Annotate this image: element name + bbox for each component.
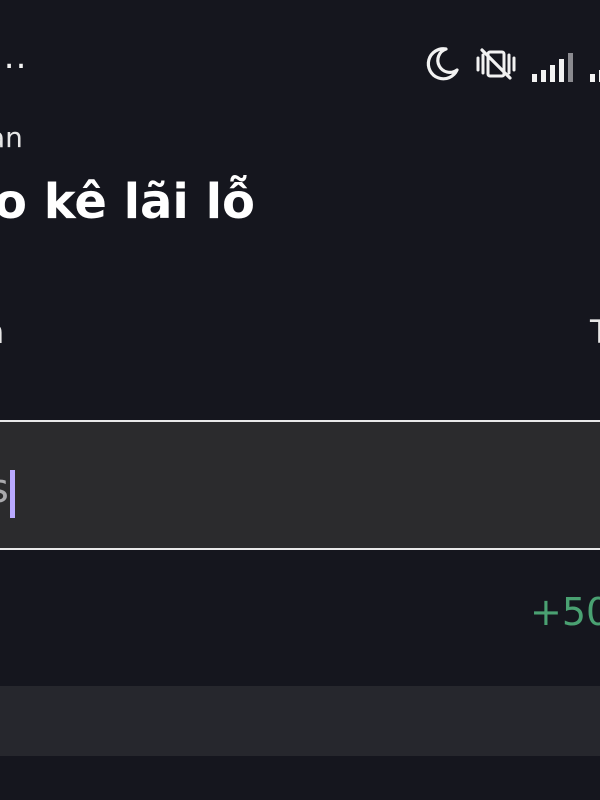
moon-icon xyxy=(424,46,460,82)
section-label: n xyxy=(0,310,4,354)
breadcrumb: an xyxy=(0,121,23,154)
signal-icon xyxy=(590,50,600,82)
status-icons xyxy=(424,46,600,82)
change-value: +50 xyxy=(530,590,600,634)
signal-icon xyxy=(532,50,576,82)
overflow-dots: ... xyxy=(0,37,28,77)
page-title: o kê lãi lỗ xyxy=(0,174,256,230)
search-input-value: s xyxy=(0,465,9,513)
text-caret xyxy=(10,470,15,518)
search-input[interactable]: s xyxy=(0,420,600,550)
list-row[interactable] xyxy=(0,686,600,756)
section-right-label: T xyxy=(590,313,600,351)
vibrate-off-icon xyxy=(474,46,518,82)
status-bar: ... xyxy=(0,0,600,120)
screen: ... xyxy=(0,0,600,800)
